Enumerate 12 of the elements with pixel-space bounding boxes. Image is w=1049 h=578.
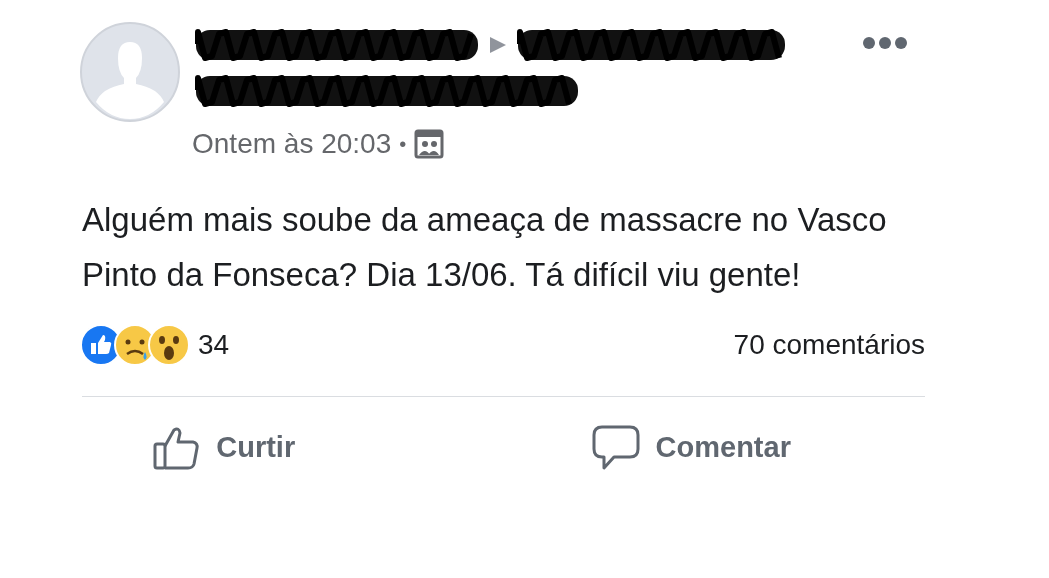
comment-count[interactable]: 70 comentários (733, 329, 925, 361)
timestamp[interactable]: Ontem às 20:03 (192, 128, 392, 160)
wow-reaction-icon (148, 324, 190, 366)
post-text: Alguém mais soube da ameaça de massacre no Vasco Pinto da Fonseca? Dia 13/06. Tá difícil viu gente! (82, 200, 888, 295)
like-button[interactable]: Curtir (0, 409, 458, 485)
group-audience-icon (414, 129, 445, 159)
separator: • (399, 132, 407, 156)
speech-bubble-icon (591, 423, 640, 471)
more-options-icon[interactable] (862, 36, 908, 50)
triangle-arrow-icon (488, 35, 508, 55)
comment-button[interactable]: Comentar (457, 409, 925, 485)
reaction-count[interactable]: 34 (198, 329, 230, 361)
